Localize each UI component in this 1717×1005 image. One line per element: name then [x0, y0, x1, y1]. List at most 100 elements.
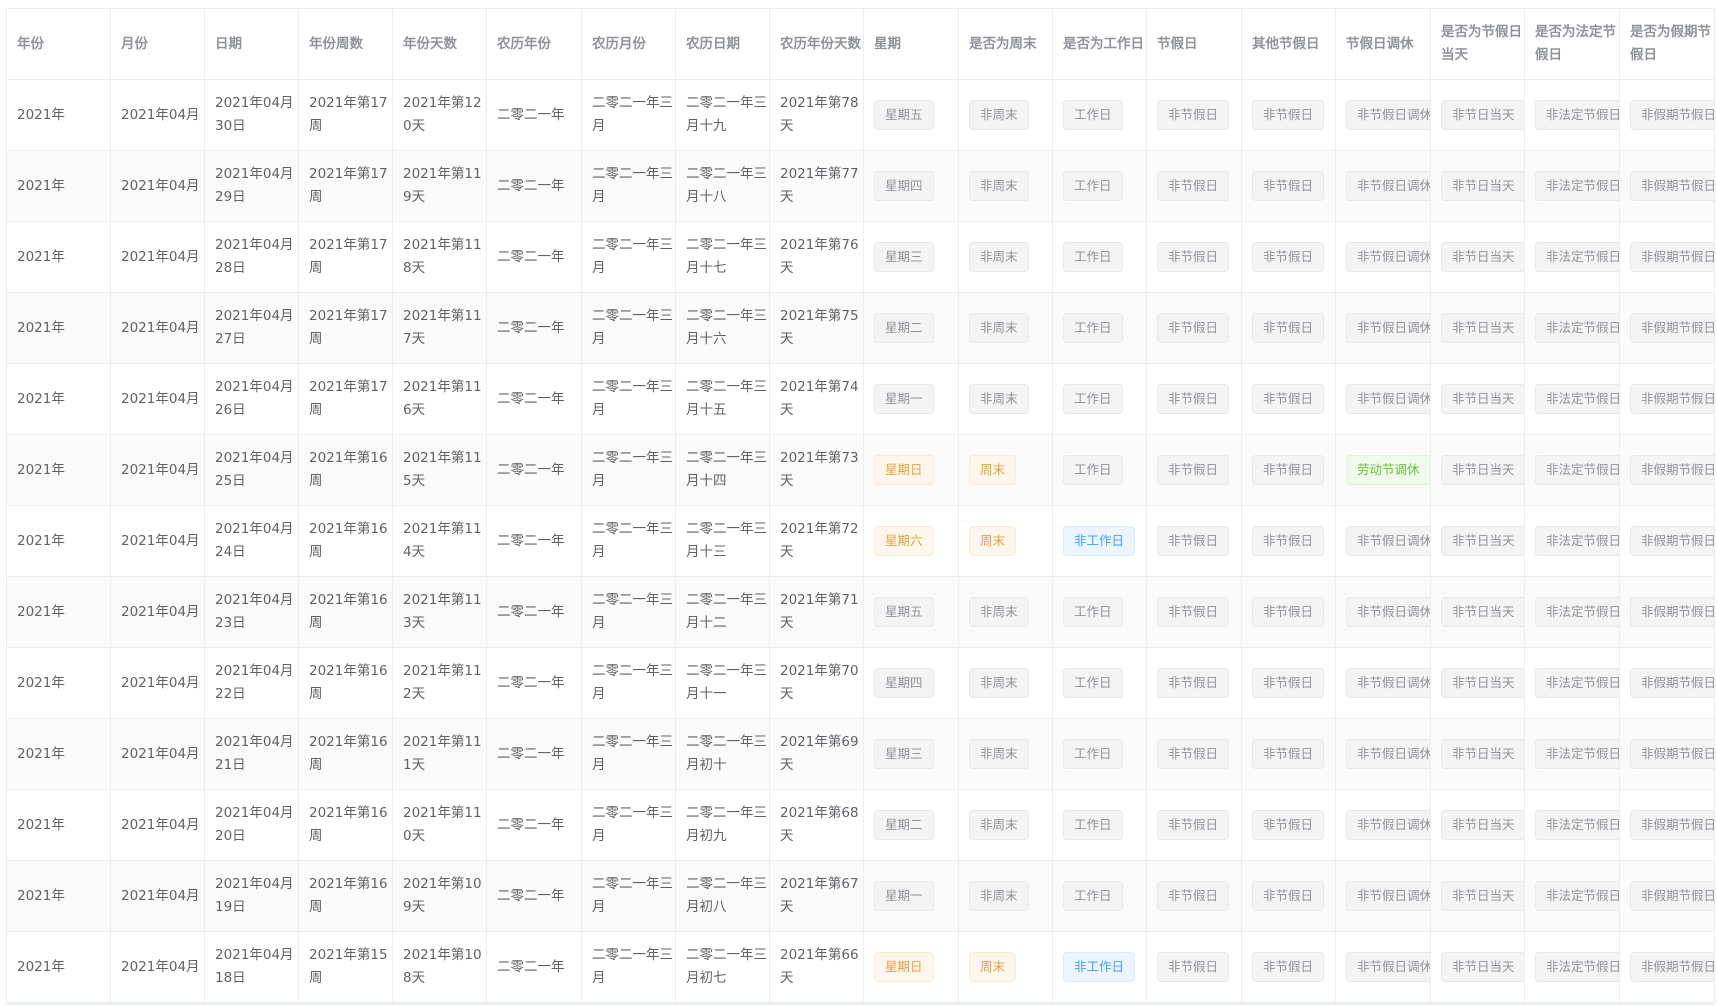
cell-lunar-month: 二零二一年三月	[581, 363, 676, 435]
weekday-tag: 星期三	[874, 242, 934, 272]
is-holiday-day-tag: 非节日当天	[1441, 881, 1524, 911]
cell-weekday: 星期四	[863, 150, 959, 222]
cell-is-holiday-day: 非节日当天	[1430, 221, 1525, 293]
col-header-is-vacation-holiday[interactable]: 是否为假期节假日	[1619, 8, 1715, 80]
other-holiday-tag: 非节假日	[1252, 952, 1325, 982]
is-vacation-holiday-tag: 非假期节假日	[1630, 313, 1714, 343]
cell-is-holiday-day: 非节日当天	[1430, 434, 1525, 506]
is-vacation-holiday-tag: 非假期节假日	[1630, 455, 1714, 485]
col-header-is-weekend[interactable]: 是否为周末	[958, 8, 1053, 80]
col-header-lunar-day-of-year[interactable]: 农历年份天数	[769, 8, 864, 80]
cell-date: 2021年04月21日	[204, 718, 299, 790]
col-header-holiday[interactable]: 节假日	[1146, 8, 1242, 80]
cell-lunar-date: 二零二一年三月初七	[675, 931, 770, 1003]
cell-other-holiday: 非节假日	[1241, 931, 1336, 1003]
col-header-year[interactable]: 年份	[6, 8, 111, 80]
holiday-adjust-tag: 非节假日调休	[1346, 100, 1430, 130]
col-header-date[interactable]: 日期	[204, 8, 299, 80]
cell-date: 2021年04月26日	[204, 363, 299, 435]
col-header-is-legal-holiday[interactable]: 是否为法定节假日	[1524, 8, 1620, 80]
cell-weekday: 星期六	[863, 505, 959, 577]
cell-lunar-year: 二零二一年	[486, 860, 582, 932]
col-header-is-holiday-day[interactable]: 是否为节假日当天	[1430, 8, 1525, 80]
cell-month: 2021年04月	[110, 789, 205, 861]
holiday-adjust-tag: 非节假日调休	[1346, 952, 1430, 982]
col-header-is-workday[interactable]: 是否为工作日	[1052, 8, 1147, 80]
table-row[interactable]: 2021年 2021年04月 2021年04月29日 2021年第17周 2021年第1…	[6, 150, 1715, 222]
cell-lunar-date: 二零二一年三月十二	[675, 576, 770, 648]
col-header-month[interactable]: 月份	[110, 8, 205, 80]
holiday-tag: 非节假日	[1157, 668, 1230, 698]
table-row[interactable]: 2021年 2021年04月 2021年04月19日 2021年第16周 2021年第1…	[6, 860, 1715, 932]
cell-day-of-year: 2021年第110天	[392, 789, 487, 861]
table-row[interactable]: 2021年 2021年04月 2021年04月21日 2021年第16周 2021年第1…	[6, 718, 1715, 790]
cell-other-holiday: 非节假日	[1241, 363, 1336, 435]
cell-is-vacation-holiday: 非假期节假日	[1619, 647, 1715, 719]
cell-holiday-adjust: 非节假日调休	[1335, 860, 1431, 932]
table-row[interactable]: 2021年 2021年04月 2021年04月27日 2021年第17周 2021年第1…	[6, 292, 1715, 364]
cell-weekday: 星期三	[863, 718, 959, 790]
cell-holiday-adjust: 非节假日调休	[1335, 931, 1431, 1003]
col-header-holiday-adjust[interactable]: 节假日调休	[1335, 8, 1431, 80]
table-row[interactable]: 2021年 2021年04月 2021年04月28日 2021年第17周 2021年第1…	[6, 221, 1715, 293]
cell-is-weekend: 非周末	[958, 789, 1053, 861]
holiday-tag: 非节假日	[1157, 242, 1230, 272]
cell-lunar-day-of-year: 2021年第75天	[769, 292, 864, 364]
cell-month: 2021年04月	[110, 718, 205, 790]
cell-is-vacation-holiday: 非假期节假日	[1619, 576, 1715, 648]
holiday-adjust-tag: 劳动节调休	[1346, 455, 1430, 485]
table-row[interactable]: 2021年 2021年04月 2021年04月26日 2021年第17周 2021年第1…	[6, 363, 1715, 435]
cell-week-of-year: 2021年第16周	[298, 576, 393, 648]
cell-lunar-year: 二零二一年	[486, 789, 582, 861]
is-vacation-holiday-tag: 非假期节假日	[1630, 526, 1714, 556]
cell-is-weekend: 非周末	[958, 718, 1053, 790]
other-holiday-tag: 非节假日	[1252, 810, 1325, 840]
is-weekend-tag: 周末	[969, 526, 1017, 556]
cell-holiday: 非节假日	[1146, 789, 1242, 861]
cell-is-weekend: 非周末	[958, 576, 1053, 648]
cell-holiday-adjust: 非节假日调休	[1335, 576, 1431, 648]
cell-date: 2021年04月29日	[204, 150, 299, 222]
col-header-day-of-year[interactable]: 年份天数	[392, 8, 487, 80]
holiday-adjust-tag: 非节假日调休	[1346, 810, 1430, 840]
cell-weekday: 星期一	[863, 363, 959, 435]
is-holiday-day-tag: 非节日当天	[1441, 739, 1524, 769]
cell-lunar-year: 二零二一年	[486, 363, 582, 435]
is-holiday-day-tag: 非节日当天	[1441, 455, 1524, 485]
cell-holiday: 非节假日	[1146, 931, 1242, 1003]
cell-lunar-day-of-year: 2021年第68天	[769, 789, 864, 861]
is-workday-tag: 工作日	[1063, 384, 1123, 414]
table-row[interactable]: 2021年 2021年04月 2021年04月30日 2021年第17周 2021年第1…	[6, 79, 1715, 151]
col-header-weekday[interactable]: 星期	[863, 8, 959, 80]
col-header-lunar-year[interactable]: 农历年份	[486, 8, 582, 80]
weekday-tag: 星期日	[874, 455, 934, 485]
table-row[interactable]: 2021年 2021年04月 2021年04月18日 2021年第15周 2021年第1…	[6, 931, 1715, 1003]
cell-year: 2021年	[6, 79, 111, 151]
holiday-adjust-tag: 非节假日调休	[1346, 739, 1430, 769]
holiday-adjust-tag: 非节假日调休	[1346, 668, 1430, 698]
is-weekend-tag: 周末	[969, 952, 1017, 982]
col-header-lunar-month[interactable]: 农历月份	[581, 8, 676, 80]
cell-lunar-date: 二零二一年三月十八	[675, 150, 770, 222]
cell-day-of-year: 2021年第118天	[392, 221, 487, 293]
col-header-week-of-year[interactable]: 年份周数	[298, 8, 393, 80]
cell-holiday: 非节假日	[1146, 718, 1242, 790]
table-row[interactable]: 2021年 2021年04月 2021年04月23日 2021年第16周 2021年第1…	[6, 576, 1715, 648]
cell-week-of-year: 2021年第15周	[298, 931, 393, 1003]
holiday-tag: 非节假日	[1157, 526, 1230, 556]
table-row[interactable]: 2021年 2021年04月 2021年04月25日 2021年第16周 2021年第1…	[6, 434, 1715, 506]
col-header-other-holiday[interactable]: 其他节假日	[1241, 8, 1336, 80]
table-row[interactable]: 2021年 2021年04月 2021年04月22日 2021年第16周 2021年第1…	[6, 647, 1715, 719]
cell-other-holiday: 非节假日	[1241, 647, 1336, 719]
is-workday-tag: 非工作日	[1063, 526, 1136, 556]
table-row[interactable]: 2021年 2021年04月 2021年04月20日 2021年第16周 2021年第1…	[6, 789, 1715, 861]
is-legal-holiday-tag: 非法定节假日	[1535, 384, 1619, 414]
is-legal-holiday-tag: 非法定节假日	[1535, 881, 1619, 911]
col-header-lunar-date[interactable]: 农历日期	[675, 8, 770, 80]
holiday-adjust-tag: 非节假日调休	[1346, 171, 1430, 201]
table-row[interactable]: 2021年 2021年04月 2021年04月24日 2021年第16周 2021年第1…	[6, 505, 1715, 577]
cell-lunar-day-of-year: 2021年第69天	[769, 718, 864, 790]
cell-lunar-day-of-year: 2021年第73天	[769, 434, 864, 506]
cell-is-workday: 工作日	[1052, 434, 1147, 506]
header-row: 年份 月份 日期 年份周数 年份天数 农历年份 农历月份 农历日期 农历年份天数…	[6, 8, 1715, 80]
